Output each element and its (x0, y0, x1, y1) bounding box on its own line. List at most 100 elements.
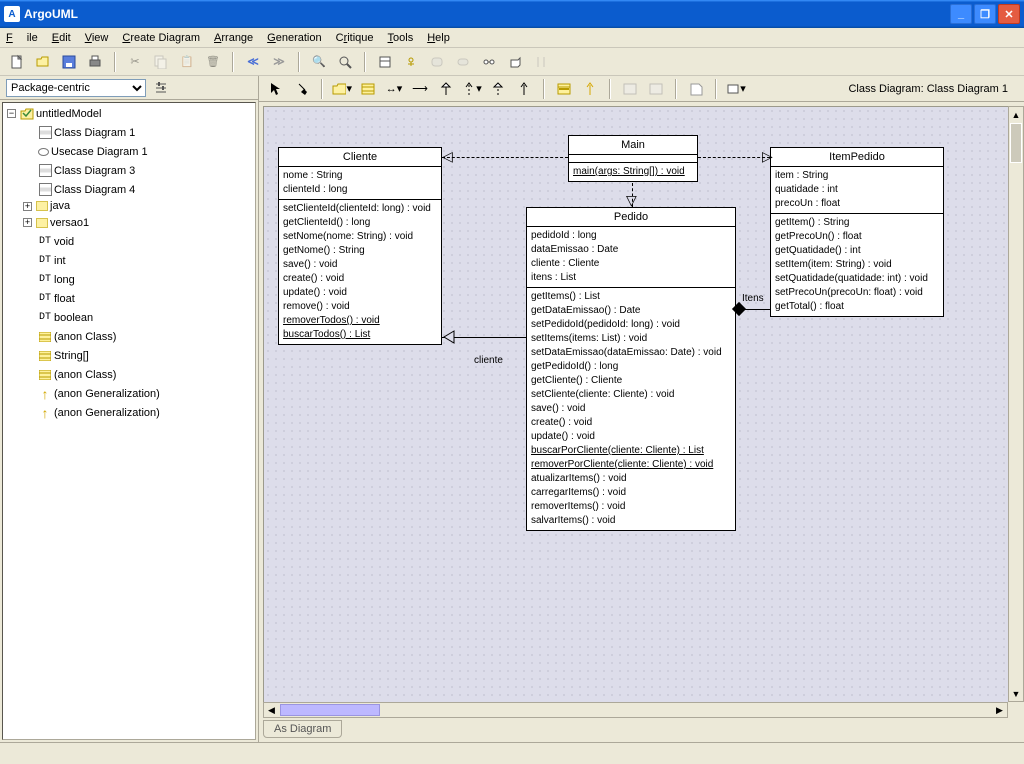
model-tree[interactable]: −untitledModel Class Diagram 1Usecase Di… (2, 102, 256, 740)
select-tool-icon[interactable] (265, 78, 287, 100)
open-icon[interactable] (32, 51, 54, 73)
menu-file[interactable]: File (6, 32, 38, 44)
member[interactable]: getNome() : String (283, 244, 437, 258)
save-icon[interactable] (58, 51, 80, 73)
tree-item[interactable]: Class Diagram 1 (54, 125, 135, 141)
new-interface-icon[interactable] (619, 78, 641, 100)
member[interactable]: save() : void (531, 402, 731, 416)
member[interactable]: update() : void (283, 286, 437, 300)
member[interactable]: setQuatidade(quatidade: int) : void (775, 272, 939, 286)
menu-critique[interactable]: Critique (336, 32, 374, 44)
member[interactable]: setItems(items: List) : void (531, 332, 731, 346)
paste-icon[interactable]: 📋 (176, 51, 198, 73)
dependency-main-itempedido[interactable] (698, 157, 770, 158)
member[interactable]: cliente : Cliente (531, 257, 731, 271)
horizontal-scrollbar[interactable]: ◀▶ (263, 702, 1008, 718)
tab-as-diagram[interactable]: As Diagram (263, 720, 342, 738)
member[interactable]: removerPorCliente(cliente: Cliente) : vo… (531, 458, 731, 472)
member[interactable]: setItem(item: String) : void (775, 258, 939, 272)
perspective-select[interactable]: Package-centric (6, 79, 146, 97)
dependency-main-cliente[interactable] (442, 157, 568, 158)
member[interactable]: create() : void (283, 272, 437, 286)
member[interactable]: remove() : void (283, 300, 437, 314)
member[interactable]: buscarTodos() : List (283, 328, 437, 342)
minimize-button[interactable]: _ (950, 4, 972, 24)
new-dep-icon[interactable]: ▾ (461, 78, 483, 100)
member[interactable]: item : String (775, 169, 939, 183)
tree-item[interactable]: Class Diagram 4 (54, 182, 135, 198)
menu-generation[interactable]: Generation (267, 32, 321, 44)
member[interactable]: buscarPorCliente(cliente: Cliente) : Lis… (531, 444, 731, 458)
member[interactable]: getQuatidade() : int (775, 244, 939, 258)
find-icon[interactable]: 🔍 (308, 51, 330, 73)
menu-arrange[interactable]: Arrange (214, 32, 253, 44)
uml-class-pedido[interactable]: Pedido pedidoId : longdataEmissao : Date… (526, 207, 736, 531)
print-icon[interactable] (84, 51, 106, 73)
broom-tool-icon[interactable] (291, 78, 313, 100)
nav-fwd-icon[interactable]: ≫ (268, 51, 290, 73)
member[interactable]: save() : void (283, 258, 437, 272)
close-button[interactable]: ✕ (998, 4, 1020, 24)
deploydiag-icon[interactable] (504, 51, 526, 73)
seqdiag-icon[interactable] (530, 51, 552, 73)
new-comment-icon[interactable] (685, 78, 707, 100)
diagram-canvas[interactable]: Main main(args: String[]) : void Cliente… (263, 106, 1008, 702)
new-rect-icon[interactable]: ▾ (725, 78, 747, 100)
tree-item[interactable]: long (54, 272, 75, 288)
member[interactable]: getCliente() : Cliente (531, 374, 731, 388)
new-dep2-icon[interactable] (513, 78, 535, 100)
tree-item[interactable]: (anon Class) (54, 367, 116, 383)
member[interactable]: pedidoId : long (531, 229, 731, 243)
copy-icon[interactable] (150, 51, 172, 73)
member[interactable]: setPrecoUn(precoUn: float) : void (775, 286, 939, 300)
collabdiag-icon[interactable] (478, 51, 500, 73)
new-gen-icon[interactable] (435, 78, 457, 100)
member[interactable]: precoUn : float (775, 197, 939, 211)
member[interactable]: getClienteId() : long (283, 216, 437, 230)
member[interactable]: create() : void (531, 416, 731, 430)
member[interactable]: setPedidoId(pedidoId: long) : void (531, 318, 731, 332)
new-package-icon[interactable]: ▾ (331, 78, 353, 100)
member[interactable]: nome : String (283, 169, 437, 183)
member[interactable]: removerTodos() : void (283, 314, 437, 328)
member[interactable]: getPrecoUn() : float (775, 230, 939, 244)
member[interactable]: setNome(nome: String) : void (283, 230, 437, 244)
tree-item[interactable]: Usecase Diagram 1 (51, 144, 148, 160)
perspective-config-icon[interactable] (152, 79, 170, 97)
member[interactable]: setClienteId(clienteId: long) : void (283, 202, 437, 216)
new-icon[interactable] (6, 51, 28, 73)
tree-item[interactable]: boolean (54, 310, 93, 326)
tree-item[interactable]: (anon Class) (54, 329, 116, 345)
new-real-icon[interactable] (487, 78, 509, 100)
vertical-scrollbar[interactable]: ▲▼ (1008, 106, 1024, 702)
member[interactable]: atualizarItems() : void (531, 472, 731, 486)
tree-item[interactable]: String[] (54, 348, 89, 364)
member[interactable]: quatidade : int (775, 183, 939, 197)
member[interactable]: removerItems() : void (531, 500, 731, 514)
member[interactable]: setDataEmissao(dataEmissao: Date) : void (531, 346, 731, 360)
nav-back-icon[interactable]: ≪ (242, 51, 264, 73)
new-assoc-icon[interactable]: ↔▾ (383, 78, 405, 100)
tree-item[interactable]: java (50, 198, 70, 214)
new-op-icon[interactable] (579, 78, 601, 100)
menu-view[interactable]: View (85, 32, 109, 44)
member[interactable]: getItem() : String (775, 216, 939, 230)
member[interactable]: update() : void (531, 430, 731, 444)
maximize-button[interactable]: ❐ (974, 4, 996, 24)
tree-item[interactable]: versao1 (50, 215, 89, 231)
cut-icon[interactable]: ✂ (124, 51, 146, 73)
uml-class-main[interactable]: Main main(args: String[]) : void (568, 135, 698, 182)
uml-class-itempedido[interactable]: ItemPedido item : Stringquatidade : intp… (770, 147, 944, 317)
tree-toggle[interactable]: − (7, 109, 16, 118)
tree-item[interactable]: void (54, 234, 74, 250)
member[interactable]: getItems() : List (531, 290, 731, 304)
member[interactable]: dataEmissao : Date (531, 243, 731, 257)
menu-edit[interactable]: Edit (52, 32, 71, 44)
member[interactable]: salvarItems() : void (531, 514, 731, 528)
tree-item[interactable]: int (54, 253, 66, 269)
tree-item[interactable]: float (54, 291, 75, 307)
delete-icon[interactable]: 🗑 (202, 51, 224, 73)
member[interactable]: clienteId : long (283, 183, 437, 197)
tree-toggle[interactable]: + (23, 202, 32, 211)
zoom-icon[interactable] (334, 51, 356, 73)
